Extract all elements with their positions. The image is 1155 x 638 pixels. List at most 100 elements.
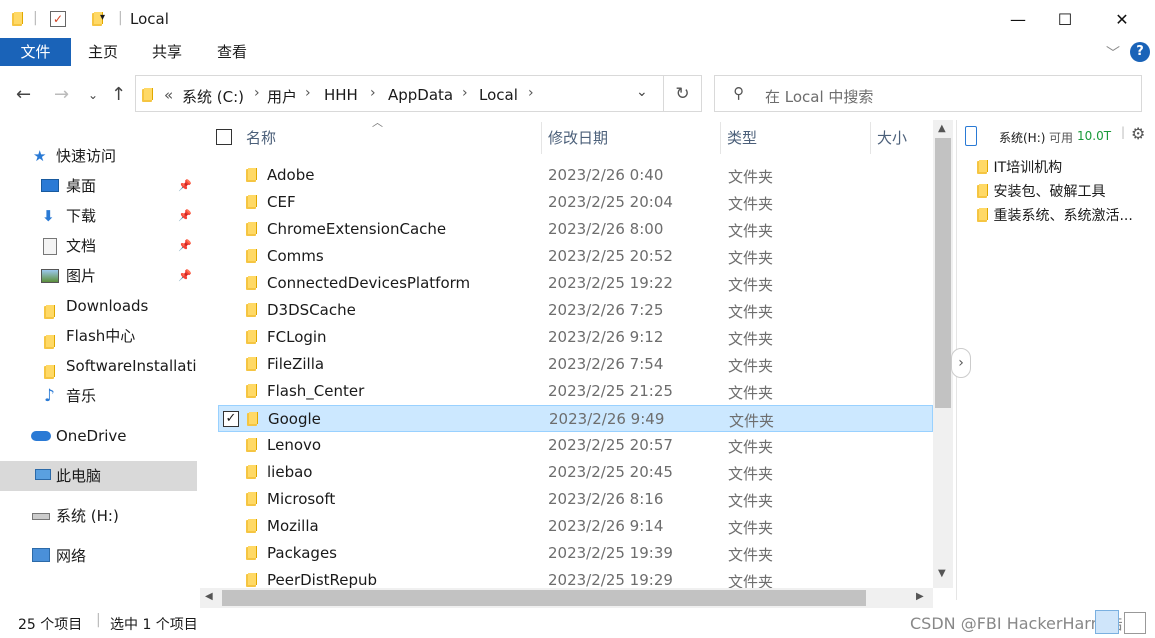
tab-view[interactable]: 查看 (207, 38, 257, 66)
sidebar-item-software-installation[interactable]: SoftwareInstallatio (0, 351, 197, 381)
sidebar-item-music[interactable]: ♪ 音乐 (0, 381, 197, 411)
breadcrumb-appdata[interactable]: AppData (388, 86, 453, 104)
divider: | (1121, 125, 1126, 139)
table-row[interactable]: Lenovo 2023/2/25 20:57 文件夹 (218, 432, 933, 459)
minimize-button[interactable]: — (995, 0, 1041, 38)
up-arrow-icon[interactable]: ↑ (111, 84, 126, 105)
tab-share[interactable]: 共享 (142, 38, 192, 66)
sidebar-item-flash-center[interactable]: Flash中心 (0, 321, 197, 351)
details-view-icon[interactable] (1095, 610, 1119, 634)
file-date: 2023/2/26 8:16 (548, 490, 664, 508)
sidebar-item-documents[interactable]: 文档 📌 (0, 231, 197, 261)
table-row[interactable]: liebao 2023/2/25 20:45 文件夹 (218, 459, 933, 486)
forward-arrow-icon[interactable]: → (54, 84, 69, 105)
table-row[interactable]: ChromeExtensionCache 2023/2/26 8:00 文件夹 (218, 216, 933, 243)
list-item-label: 安装包、破解工具 (993, 184, 1106, 200)
search-input[interactable]: 在 Local 中搜索 (765, 86, 873, 107)
breadcrumb-local[interactable]: Local (479, 86, 518, 104)
list-item[interactable]: 安装包、破解工具 (977, 181, 1105, 201)
horizontal-scrollbar[interactable]: ◀ ▶ (200, 588, 933, 608)
table-row[interactable]: Mozilla 2023/2/26 9:14 文件夹 (218, 513, 933, 540)
sidebar-item-downloads-cn[interactable]: ⬇ 下载 📌 (0, 201, 197, 231)
column-header-size[interactable]: 大小 (877, 127, 907, 148)
file-type: 文件夹 (728, 357, 774, 375)
large-icons-view-icon[interactable] (1124, 612, 1146, 634)
breadcrumb-hhh[interactable]: HHH (324, 86, 358, 104)
table-row[interactable]: Flash_Center 2023/2/25 21:25 文件夹 (218, 378, 933, 405)
table-row[interactable]: Microsoft 2023/2/26 8:16 文件夹 (218, 486, 933, 513)
list-item[interactable]: 重装系统、系统激活... (977, 205, 1133, 225)
select-all-checkbox[interactable] (216, 129, 232, 145)
pin-icon[interactable]: 📌 (178, 201, 192, 231)
column-header-date[interactable]: 修改日期 (548, 127, 608, 148)
address-row: ← → ⌄ ↑ « 系统 (C:) › 用户 › HHH › AppData ›… (0, 72, 1155, 116)
refresh-button[interactable]: ↻ (664, 75, 702, 112)
vertical-scrollbar[interactable]: ▲ ▼ (933, 120, 953, 588)
column-divider[interactable] (870, 122, 871, 154)
close-button[interactable]: ✕ (1099, 0, 1145, 38)
column-divider[interactable] (720, 122, 721, 154)
expand-ribbon-icon[interactable]: ﹀ (1106, 43, 1120, 63)
table-row[interactable]: CEF 2023/2/25 20:04 文件夹 (218, 189, 933, 216)
document-icon (43, 238, 57, 255)
sidebar-item-desktop[interactable]: 桌面 📌 (0, 171, 197, 201)
tab-file[interactable]: 文件 (0, 38, 71, 66)
table-row[interactable]: Packages 2023/2/25 19:39 文件夹 (218, 540, 933, 567)
sidebar-item-quick-access[interactable]: ★ 快速访问 (0, 141, 197, 171)
row-checkbox[interactable]: ✓ (223, 411, 239, 427)
scroll-right-icon[interactable]: ▶ (916, 591, 924, 602)
table-row[interactable]: Comms 2023/2/25 20:52 文件夹 (218, 243, 933, 270)
pin-icon[interactable]: 📌 (178, 171, 192, 201)
table-row[interactable]: FileZilla 2023/2/26 7:54 文件夹 (218, 351, 933, 378)
scroll-thumb[interactable] (222, 590, 866, 606)
back-arrow-icon[interactable]: ← (16, 84, 31, 105)
folder-icon (246, 168, 258, 182)
table-row[interactable]: ✓ Google 2023/2/26 9:49 文件夹 (218, 405, 933, 432)
properties-icon[interactable]: ✓ (50, 11, 66, 27)
scroll-down-icon[interactable]: ▼ (938, 568, 946, 579)
overflow-crumb[interactable]: « (164, 86, 173, 104)
folder-icon (977, 160, 989, 174)
sidebar-item-network[interactable]: 网络 (0, 541, 197, 571)
chevron-right-icon[interactable]: › (462, 85, 468, 101)
sidebar-item-this-pc[interactable]: 此电脑 (0, 461, 197, 491)
file-type: 文件夹 (728, 195, 774, 213)
chevron-right-icon[interactable]: › (370, 85, 376, 101)
column-divider[interactable] (541, 122, 542, 154)
sidebar-item-drive-h[interactable]: 系统 (H:) (0, 501, 197, 531)
folder-icon (246, 573, 258, 587)
recent-locations-icon[interactable]: ⌄ (88, 88, 98, 102)
sidebar-item-downloads[interactable]: Downloads (0, 291, 197, 321)
maximize-button[interactable]: ☐ (1042, 0, 1088, 38)
table-row[interactable]: PeerDistRepub 2023/2/25 19:29 文件夹 (218, 567, 933, 588)
chevron-right-icon[interactable]: › (528, 85, 534, 101)
sidebar-item-pictures[interactable]: 图片 📌 (0, 261, 197, 291)
pin-icon[interactable]: 📌 (178, 231, 192, 261)
file-name: liebao (267, 463, 313, 481)
breadcrumb-c-drive[interactable]: 系统 (C:) (182, 86, 244, 107)
table-row[interactable]: ConnectedDevicesPlatform 2023/2/25 19:22 文… (218, 270, 933, 297)
chevron-right-icon[interactable]: › (951, 348, 971, 378)
column-header-name[interactable]: 名称 (246, 127, 276, 148)
network-icon (32, 548, 50, 562)
chevron-right-icon[interactable]: › (254, 85, 260, 101)
table-row[interactable]: Adobe 2023/2/26 0:40 文件夹 (218, 162, 933, 189)
sidebar-item-onedrive[interactable]: OneDrive (0, 421, 197, 451)
customize-toolbar-icon[interactable]: ▾ (100, 12, 105, 23)
address-bar[interactable]: « 系统 (C:) › 用户 › HHH › AppData › Local ›… (135, 75, 664, 112)
list-item[interactable]: IT培训机构 (977, 157, 1062, 177)
gear-icon[interactable]: ⚙ (1131, 124, 1145, 143)
table-row[interactable]: D3DSCache 2023/2/26 7:25 文件夹 (218, 297, 933, 324)
scroll-thumb[interactable] (935, 138, 951, 408)
column-header-type[interactable]: 类型 (727, 127, 757, 148)
table-row[interactable]: FCLogin 2023/2/26 9:12 文件夹 (218, 324, 933, 351)
help-icon[interactable]: ? (1130, 42, 1150, 62)
chevron-right-icon[interactable]: › (305, 85, 311, 101)
scroll-up-icon[interactable]: ▲ (938, 123, 946, 134)
scroll-left-icon[interactable]: ◀ (205, 591, 213, 602)
chevron-down-icon[interactable]: ⌄ (636, 84, 648, 100)
search-box[interactable]: ⚲ 在 Local 中搜索 (714, 75, 1142, 112)
pin-icon[interactable]: 📌 (178, 261, 192, 291)
breadcrumb-users[interactable]: 用户 (267, 86, 297, 107)
tab-home[interactable]: 主页 (78, 38, 128, 66)
